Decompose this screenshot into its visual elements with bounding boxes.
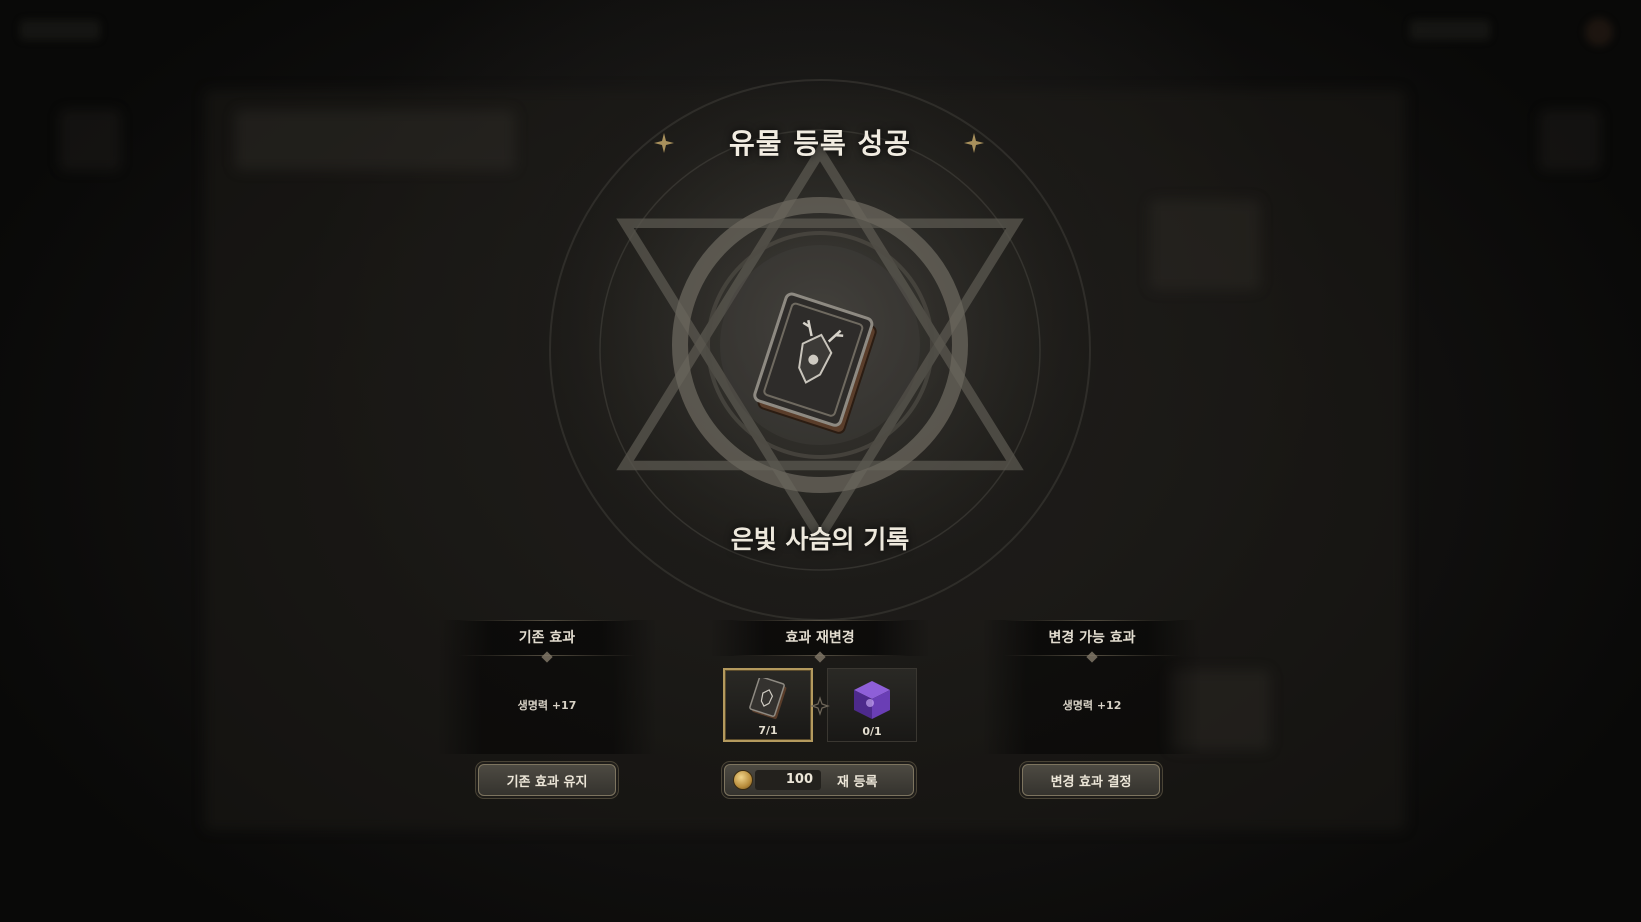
gold-coin-icon (733, 770, 753, 790)
keep-effect-button[interactable]: 기존 효과 유지 (478, 764, 616, 796)
confirm-new-effect-button[interactable]: 변경 효과 결정 (1022, 764, 1160, 796)
modal-title: 유물 등록 성공 (728, 127, 912, 160)
current-effect-panel: 기존 효과 생명력 +17 (437, 620, 657, 754)
reroll-effect-panel: 효과 재변경 7/1 0/1 (710, 620, 930, 754)
link-icon (810, 696, 830, 716)
material-count: 7/1 (758, 724, 778, 737)
background-topbar-icon (1585, 18, 1613, 46)
background-block (1150, 200, 1260, 290)
new-effect-value: 생명력 +12 (982, 656, 1202, 754)
new-effect-header: 변경 가능 효과 (982, 620, 1202, 663)
flourish-icon (964, 133, 984, 153)
material-count: 0/1 (862, 725, 882, 738)
current-effect-value: 생명력 +17 (437, 656, 657, 754)
background-topbar-left (20, 20, 100, 40)
background-block (1540, 110, 1600, 170)
new-effect-panel: 변경 가능 효과 생명력 +12 (982, 620, 1202, 754)
reroll-button-label: 재 등록 (837, 774, 878, 790)
relic-book-icon (753, 292, 877, 434)
material-slot-book[interactable]: 7/1 (723, 668, 813, 742)
reroll-effect-header: 효과 재변경 (710, 620, 930, 663)
material-slot-cube[interactable]: 0/1 (827, 668, 917, 742)
relic-name: 은빛 사슴의 기록 (730, 525, 910, 554)
background-block (60, 110, 120, 170)
reroll-cost: 100 (755, 770, 821, 790)
current-effect-header: 기존 효과 (437, 620, 657, 663)
reroll-button[interactable]: 100 재 등록 (724, 764, 914, 796)
reroll-effect-header-label: 효과 재변경 (785, 630, 855, 646)
background-header (235, 110, 515, 170)
background-topbar-right (1410, 20, 1490, 40)
current-effect-header-label: 기존 효과 (518, 630, 576, 646)
new-effect-header-label: 변경 가능 효과 (1048, 630, 1136, 646)
game-screen: 유물 등록 성공 은빛 사슴의 기록 기존 효과 생명력 +17 효과 재변경 (0, 0, 1641, 922)
book-icon (749, 678, 787, 720)
purple-cube-icon (854, 681, 890, 719)
